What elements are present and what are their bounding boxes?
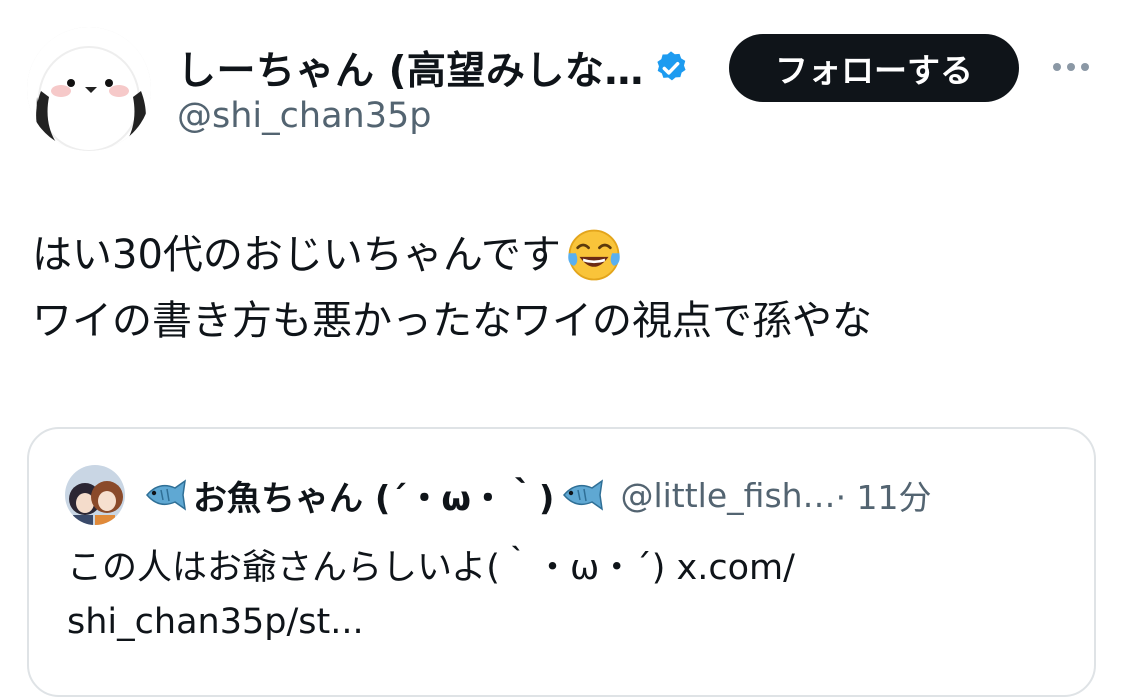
author-avatar[interactable] — [27, 27, 151, 151]
author-display-name[interactable]: しーちゃん (高望みしな… — [177, 40, 644, 96]
bird-avatar-image — [27, 27, 151, 151]
quoted-tweet-line: この人はお爺さんらしいよ(｀・ω・´) x.com/ — [67, 548, 795, 588]
quoted-author-handle[interactable]: @little_fish… — [620, 476, 835, 515]
tweet-line: はい30代のおじいちゃんです — [32, 222, 1092, 288]
more-horizontal-icon[interactable] — [1049, 52, 1093, 82]
quoted-tweet-time[interactable]: · 11分 — [836, 471, 932, 519]
tweet-line-text: はい30代のおじいちゃんです — [32, 232, 561, 278]
tweet-body: はい30代のおじいちゃんです ワイの書き方も悪かったなワイの視点で孫やな — [32, 222, 1092, 354]
tweet-line-text: ワイの書き方も悪かったなワイの視点で孫やな — [32, 298, 872, 344]
verified-badge-icon — [657, 51, 686, 81]
anime-avatar-image — [65, 465, 125, 525]
quoted-author-avatar[interactable] — [65, 465, 125, 525]
quoted-author-name[interactable]: お魚ちゃん (´・ω・｀) — [193, 471, 554, 520]
quoted-tweet-header: お魚ちゃん (´・ω・｀) @little_fish… · 11分 — [141, 469, 932, 521]
tweet-line: ワイの書き方も悪かったなワイの視点で孫やな — [32, 288, 1092, 354]
author-handle[interactable]: @shi_chan35p — [177, 96, 431, 136]
quoted-tweet-text: この人はお爺さんらしいよ(｀・ω・´) x.com/ shi_chan35p/s… — [67, 541, 1067, 649]
quoted-tweet-card[interactable]: お魚ちゃん (´・ω・｀) @little_fish… · 11分 この人はお爺… — [27, 427, 1096, 697]
follow-button[interactable]: フォローする — [729, 34, 1019, 102]
author-name-row: しーちゃん (高望みしな… — [177, 40, 690, 96]
fish-icon — [146, 479, 186, 511]
quoted-tweet-line: shi_chan35p/st... — [67, 602, 364, 642]
face-with-tears-of-joy-icon — [568, 229, 620, 281]
fish-icon — [563, 479, 604, 511]
